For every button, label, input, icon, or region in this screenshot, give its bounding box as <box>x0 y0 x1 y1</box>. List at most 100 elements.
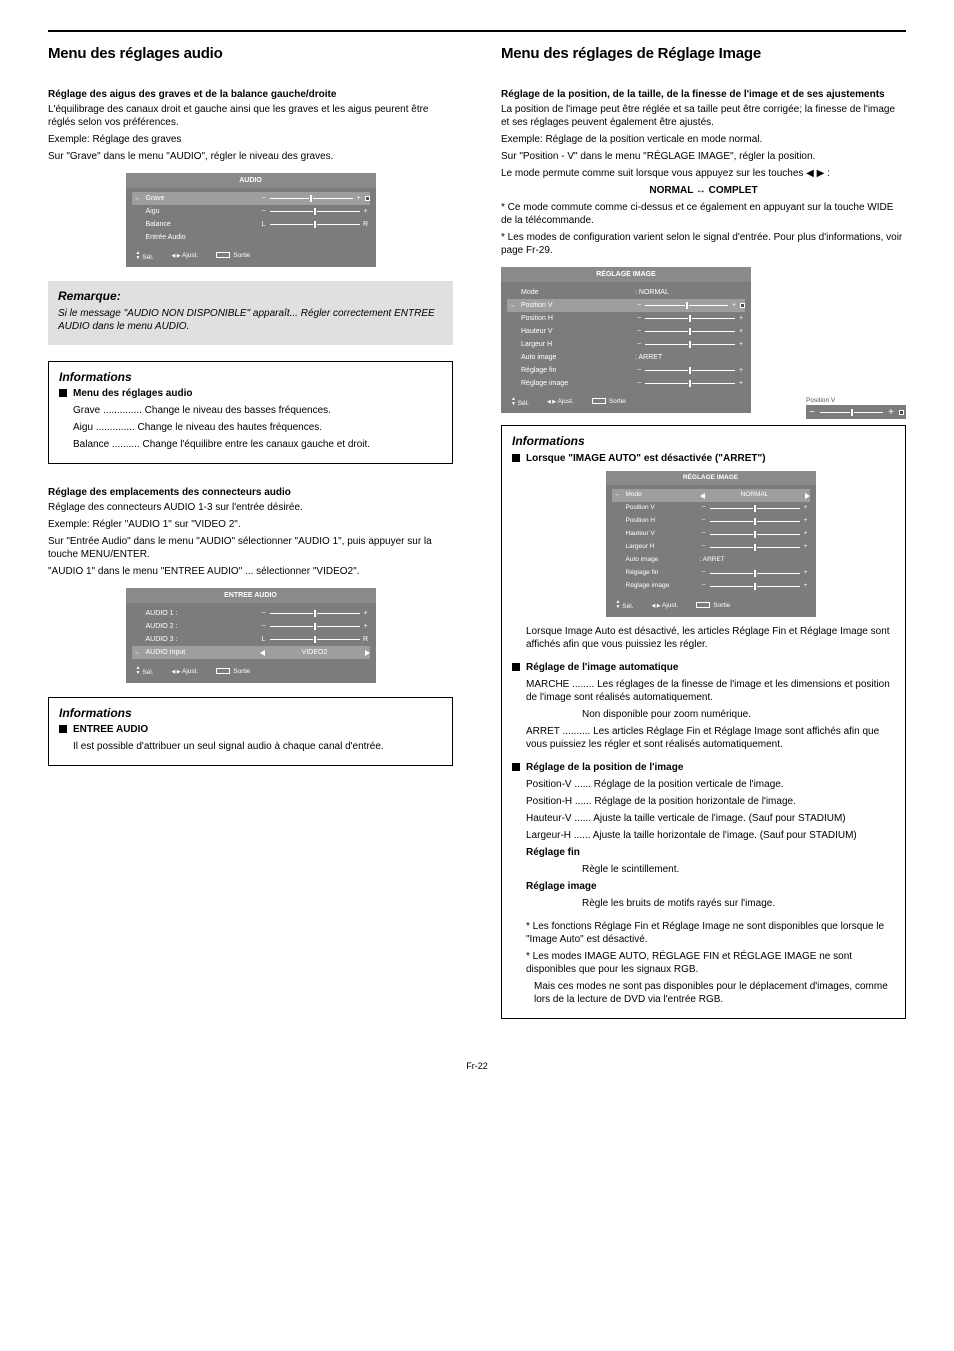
info1-title: Informations <box>59 370 442 386</box>
info5-fin-lbl: Réglage fin <box>526 846 895 859</box>
leftright-icon <box>171 668 180 676</box>
right-r1-p3a: Sur "Position - V" dans le menu "RÉGLAGE… <box>501 150 906 163</box>
info1-aigu: Aigu .............. Change le niveau des… <box>73 421 442 434</box>
heading-left: Menu des réglages audio <box>48 44 453 64</box>
right-r1-bul1: * Ce mode commute comme ci-dessus et ce … <box>501 201 906 227</box>
exit-icon <box>696 602 710 608</box>
osd-bottom: Sél. Ajust. Sortie <box>606 597 816 616</box>
osd-row: Largeur H−+ <box>507 338 745 351</box>
info1-grave: Grave .............. Change le niveau de… <box>73 404 442 417</box>
osd-row: Réglage fin−+ <box>507 364 745 377</box>
osd-label: Grave <box>146 194 256 203</box>
exit-icon <box>592 398 606 404</box>
osd-row: Position H−+ <box>507 312 745 325</box>
info2-body: Il est possible d'attribuer un seul sign… <box>73 740 442 753</box>
osd-bottom: Sél. Ajust. Sortie <box>126 663 376 682</box>
tri-right-icon <box>805 493 810 499</box>
info4-head: Réglage de l'image automatique <box>526 661 895 674</box>
right-r1-p2: Exemple: Réglage de la position vertical… <box>501 133 906 146</box>
osd-row: Réglage image−+ <box>612 580 810 593</box>
osd-row: Hauteur V−+ <box>612 528 810 541</box>
left-sec2-p2b: Sur "Entrée Audio" dans le menu "AUDIO" … <box>48 535 453 561</box>
osd-row: AUDIO 1 :−+ <box>132 607 370 620</box>
right-r1-seq: NORMAL ↔ COMPLET <box>501 184 906 197</box>
info1-head: Menu des réglages audio <box>73 387 442 400</box>
osd-row: → Grave −+ <box>132 192 370 205</box>
osd-title: RÉGLAGE IMAGE <box>501 267 751 282</box>
single-slider-posv: Position V −+ <box>806 397 906 419</box>
info-box-3: Informations Lorsque "IMAGE AUTO" est dé… <box>501 425 906 1018</box>
osd-bottom: Sél. Ajust. Sortie <box>501 394 751 413</box>
arrow-icon: → <box>132 194 142 203</box>
info4-off: ARRET .......... Les articles Réglage Fi… <box>526 725 895 751</box>
osd-row: Aigu −+ <box>132 205 370 218</box>
info-box-2: Informations ENTREE AUDIO Il est possibl… <box>48 697 453 767</box>
osd-reglage-1: RÉGLAGE IMAGE Mode: NORMAL →Position V−+… <box>501 267 751 414</box>
updown-icon <box>136 666 141 676</box>
osd-title: ENTREE AUDIO <box>126 588 376 603</box>
tri-left-icon <box>260 650 265 656</box>
osd-row: Auto image: ARRET <box>507 351 745 364</box>
osd-row: →ModeNORMAL <box>612 489 810 502</box>
info5-lh: Largeur-H ...... Ajuste la taille horizo… <box>526 829 895 842</box>
info5-note1: * Les fonctions Réglage Fin et Réglage I… <box>526 920 895 946</box>
leftright-icon <box>547 398 556 406</box>
remarque-title: Remarque: <box>58 289 443 305</box>
arrow-icon: → <box>507 301 517 310</box>
remarque-box: Remarque: Si le message "AUDIO NON DISPO… <box>48 281 453 345</box>
right-r1-p3b: Le mode permute comme suit lorsque vous … <box>501 167 906 180</box>
info5-img-lbl: Réglage image <box>526 880 895 893</box>
osd-row: Auto image: ARRET <box>612 554 810 567</box>
left-sec1-p1: L'équilibrage des canaux droit et gauche… <box>48 103 453 129</box>
square-bullet-icon <box>59 389 67 397</box>
leftright-icon <box>651 602 660 610</box>
osd-title: RÉGLAGE IMAGE <box>606 471 816 485</box>
arrow-icon: → <box>612 491 622 499</box>
remarque-body: Si le message "AUDIO NON DISPONIBLE" app… <box>58 307 443 333</box>
info3-head: Lorsque "IMAGE AUTO" est désactivée ("AR… <box>526 452 895 465</box>
updown-icon <box>616 600 621 610</box>
info5-fin-body: Règle le scintillement. <box>526 863 895 876</box>
info4-on: MARCHE ........ Les réglages de la fines… <box>526 678 895 704</box>
osd-row: →Position V−+ <box>507 299 745 312</box>
exit-icon <box>216 668 230 674</box>
arrow-icon: → <box>132 648 142 657</box>
left-sec1-p3: Sur "Grave" dans le menu "AUDIO", régler… <box>48 150 453 163</box>
osd-row: Position H−+ <box>612 515 810 528</box>
columns: Réglage des aigus des graves et de la ba… <box>48 84 906 1031</box>
leftright-icon <box>171 252 180 260</box>
osd-row: AUDIO 3 :LR <box>132 633 370 646</box>
info3-body: Lorsque Image Auto est désactivé, les ar… <box>526 625 895 651</box>
info5-posh: Position-H ...... Réglage de la position… <box>526 795 895 808</box>
tri-left-icon <box>700 493 705 499</box>
osd-row: AUDIO 2 :−+ <box>132 620 370 633</box>
heading-right: Menu des réglages de Réglage Image <box>501 44 906 64</box>
left-sec2-p2c: "AUDIO 1" dans le menu "ENTREE AUDIO" ..… <box>48 565 453 578</box>
headings-row: Menu des réglages audio Menu des réglage… <box>48 44 906 68</box>
osd-row: Balance LR <box>132 218 370 231</box>
osd-audio-title: AUDIO <box>126 173 376 188</box>
info5-note3: Mais ces modes ne sont pas disponibles p… <box>526 980 895 1006</box>
left-sec1-p2: Exemple: Réglage des graves <box>48 133 453 146</box>
right-r1-p1: La position de l'image peut être réglée … <box>501 103 906 129</box>
osd-row: Mode: NORMAL <box>507 286 745 299</box>
info2-head: ENTREE AUDIO <box>73 723 442 736</box>
left-sec2-p1: Réglage des connecteurs AUDIO 1-3 sur l'… <box>48 501 453 514</box>
osd-row: Largeur H−+ <box>612 541 810 554</box>
osd-row: Entrée Audio <box>132 231 370 244</box>
osd-audio: AUDIO → Grave −+ Aigu −+ Balance LR <box>126 173 376 268</box>
updown-icon <box>136 251 141 261</box>
info5-img-body: Règle les bruits de motifs rayés sur l'i… <box>526 897 895 910</box>
osd-row: Réglage fin−+ <box>612 567 810 580</box>
info1-bal: Balance .......... Change l'équilibre en… <box>73 438 442 451</box>
osd-label: Entrée Audio <box>146 233 256 242</box>
osd-reglage-2: RÉGLAGE IMAGE →ModeNORMAL Position V−+ P… <box>606 471 816 617</box>
updown-icon <box>511 397 516 407</box>
info5-posv: Position-V ...... Réglage de la position… <box>526 778 895 791</box>
tri-right-icon <box>365 650 370 656</box>
osd-bottom: Sél. Ajust. Sortie <box>126 248 376 267</box>
osd-label: Balance <box>146 220 256 229</box>
top-rule <box>48 30 906 32</box>
osd-row: Position V−+ <box>612 502 810 515</box>
info3-title: Informations <box>512 434 895 450</box>
